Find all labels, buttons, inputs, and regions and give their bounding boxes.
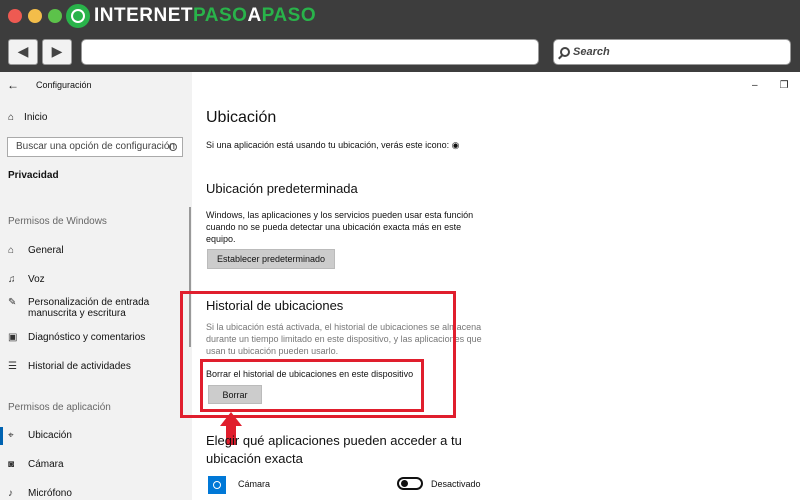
sidebar-item-location[interactable]: ⌖ Ubicación: [0, 427, 192, 445]
browser-chrome: INTERNETPASOAPASO ◀ ▶ Search: [0, 0, 800, 72]
sidebar-item-general[interactable]: ⌂ General: [8, 245, 192, 256]
sidebar-item-handwriting[interactable]: ✎ Personalización de entrada manuscrita y…: [8, 297, 192, 319]
settings-search-input[interactable]: Buscar una opción de configuración: [7, 137, 183, 157]
section-title-apps: Permisos de aplicación: [8, 402, 111, 413]
handwriting-icon: ✎: [8, 297, 17, 308]
window-title: Configuración: [36, 80, 92, 90]
sidebar-item-activity[interactable]: ☰ Historial de actividades: [8, 361, 192, 372]
sidebar-item-camera[interactable]: ◙ Cámara: [8, 459, 192, 470]
window-buttons: ‒ ❐: [752, 80, 789, 91]
back-arrow-icon[interactable]: ←: [7, 78, 19, 92]
app-name-camera: Cámara: [238, 479, 271, 489]
microphone-icon: ♪: [8, 488, 13, 499]
forward-arrow-icon: ▶: [51, 44, 63, 60]
settings-content: ‒ ❐ Ubicación Si una aplicación está usa…: [180, 72, 800, 500]
restore-icon[interactable]: ❐: [780, 80, 789, 91]
shield-icon: ⌂: [8, 245, 15, 256]
feedback-icon: ▣: [8, 332, 18, 343]
minimize-window-button[interactable]: [28, 9, 42, 23]
back-button[interactable]: ◀: [8, 39, 38, 65]
sidebar-item-home[interactable]: ⌂ Inicio: [8, 112, 47, 123]
default-location-heading: Ubicación predeterminada: [206, 181, 358, 196]
window-controls: [8, 9, 62, 23]
sidebar-item-microphone[interactable]: ♪ Micrófono: [8, 488, 192, 499]
home-icon: ⌂: [8, 112, 15, 123]
camera-icon: ◙: [8, 459, 15, 470]
location-icon: ⌖: [8, 430, 14, 441]
forward-button[interactable]: ▶: [42, 39, 72, 65]
address-bar[interactable]: [81, 39, 539, 65]
sidebar-item-diagnostics[interactable]: ▣ Diagnóstico y comentarios: [8, 332, 192, 343]
maximize-window-button[interactable]: [48, 9, 62, 23]
search-icon: [560, 47, 570, 57]
settings-sidebar: ← Configuración ⌂ Inicio Buscar una opci…: [0, 72, 192, 500]
location-status-icon: ◉: [451, 140, 460, 150]
search-icon: [169, 143, 177, 151]
highlight-box-clear: [200, 359, 424, 412]
intro-text: Si una aplicación está usando tu ubicaci…: [206, 140, 460, 150]
sidebar-category: Privacidad: [8, 170, 59, 181]
active-indicator: [0, 427, 3, 445]
back-arrow-icon: ◀: [17, 44, 29, 60]
camera-location-toggle[interactable]: [397, 477, 423, 490]
set-default-button[interactable]: Establecer predeterminado: [207, 249, 335, 269]
camera-app-icon: [208, 476, 226, 494]
site-logo: INTERNETPASOAPASO: [66, 4, 316, 28]
microphone-icon: ♫: [8, 274, 16, 285]
toggle-state-label: Desactivado: [431, 479, 481, 489]
page-title: Ubicación: [206, 109, 277, 126]
logo-icon: [66, 4, 90, 28]
sidebar-item-voz[interactable]: ♫ Voz: [8, 274, 192, 285]
app-access-heading: Elegir qué aplicaciones pueden acceder a…: [206, 433, 462, 466]
logo-text: INTERNETPASOAPASO: [94, 5, 317, 26]
close-window-button[interactable]: [8, 9, 22, 23]
default-location-desc: Windows, las aplicaciones y los servicio…: [206, 210, 474, 244]
section-title-windows: Permisos de Windows: [8, 216, 107, 227]
timeline-icon: ☰: [8, 361, 17, 372]
minimize-icon[interactable]: ‒: [752, 80, 758, 91]
browser-search-input[interactable]: Search: [553, 39, 791, 65]
